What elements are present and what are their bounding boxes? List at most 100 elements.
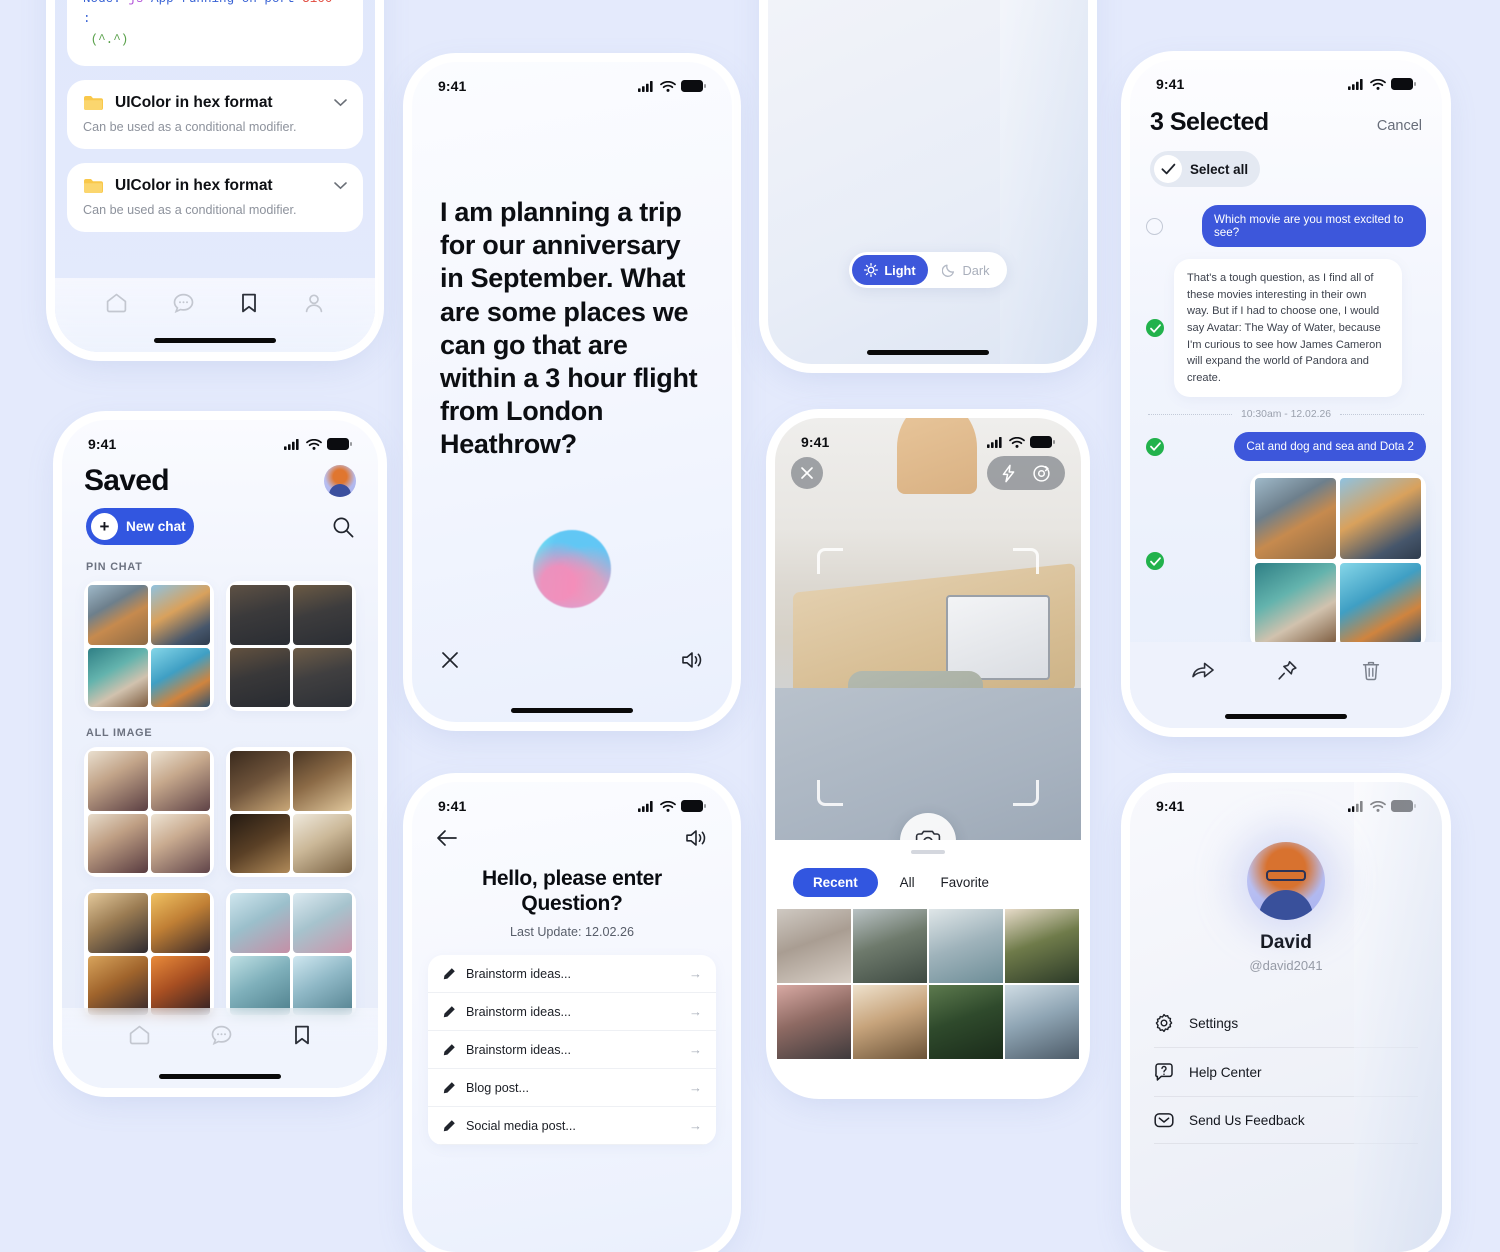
photo-thumbnail[interactable] (777, 985, 851, 1059)
person-icon[interactable] (303, 292, 325, 314)
generated-image[interactable] (150, 893, 210, 953)
message-row-images[interactable] (1146, 473, 1426, 650)
arrow-right-icon: → (689, 1118, 702, 1134)
generated-image[interactable] (88, 955, 148, 1015)
share-icon[interactable] (1191, 660, 1215, 680)
generated-image[interactable] (1255, 563, 1336, 645)
thumb-card[interactable] (84, 747, 214, 877)
generated-image[interactable] (230, 647, 290, 707)
photo-thumbnail[interactable] (853, 909, 927, 983)
generated-image[interactable] (88, 813, 148, 873)
photo-thumbnail[interactable] (929, 909, 1003, 983)
generated-image[interactable] (150, 585, 210, 645)
close-icon[interactable] (791, 457, 823, 489)
select-all-button[interactable]: Select all (1150, 151, 1260, 187)
home-icon[interactable] (105, 292, 128, 314)
list-item[interactable]: Blog post... → (428, 1069, 716, 1108)
generated-image[interactable] (230, 893, 290, 953)
battery-icon (681, 80, 706, 92)
generated-image[interactable] (88, 585, 148, 645)
pin-icon[interactable] (1277, 660, 1298, 681)
thumb-card[interactable] (226, 889, 356, 1019)
generated-image[interactable] (230, 751, 290, 811)
generated-image[interactable] (1255, 478, 1336, 560)
home-icon[interactable] (128, 1024, 151, 1046)
folder-card[interactable]: UIColor in hex format Can be used as a c… (67, 79, 363, 149)
generated-image[interactable] (150, 813, 210, 873)
list-item[interactable]: Brainstorm ideas... → (428, 1031, 716, 1070)
home-indicator (511, 708, 633, 713)
photo-thumbnail[interactable] (1005, 909, 1079, 983)
divider-line (1148, 414, 1232, 416)
generated-image[interactable] (292, 751, 352, 811)
new-chat-button[interactable]: + New chat (86, 508, 194, 545)
camera-flip-icon[interactable] (1032, 464, 1051, 483)
thumb-card[interactable] (226, 581, 356, 711)
home-indicator (867, 1076, 989, 1081)
checkbox-selected[interactable] (1146, 437, 1164, 456)
theme-toggle[interactable]: Light Dark (849, 252, 1007, 288)
sheet-grabber[interactable] (911, 850, 945, 854)
avatar[interactable] (1247, 842, 1325, 920)
checkbox-selected[interactable] (1146, 319, 1164, 338)
message-row-bot[interactable]: That's a tough question, as I find all o… (1146, 259, 1426, 398)
message-row-user-2[interactable]: Cat and dog and sea and Dota 2 (1146, 432, 1426, 462)
list-item[interactable]: Brainstorm ideas... → (428, 955, 716, 994)
image-group-card[interactable] (1250, 473, 1426, 650)
generated-image[interactable] (1340, 478, 1421, 560)
tab-all[interactable]: All (896, 868, 919, 897)
generated-image[interactable] (1340, 563, 1421, 645)
thumb-card[interactable] (84, 889, 214, 1019)
tab-recent[interactable]: Recent (793, 868, 878, 897)
generated-image[interactable] (88, 647, 148, 707)
chevron-down-icon[interactable] (334, 182, 347, 190)
generated-image[interactable] (230, 955, 290, 1015)
tab-favorite[interactable]: Favorite (937, 868, 993, 897)
speaker-icon[interactable] (681, 650, 704, 670)
checkbox-unselected[interactable] (1146, 217, 1163, 235)
list-item[interactable]: Social media post... → (428, 1107, 716, 1146)
chevron-down-icon[interactable] (334, 99, 347, 107)
flash-icon[interactable] (1001, 464, 1016, 483)
back-arrow-icon[interactable] (436, 829, 458, 847)
generated-image[interactable] (150, 955, 210, 1015)
avatar[interactable] (324, 465, 356, 497)
photo-thumbnail[interactable] (929, 985, 1003, 1059)
generated-image[interactable] (88, 893, 148, 953)
checkbox-selected[interactable] (1146, 552, 1164, 571)
photo-thumbnail[interactable] (777, 909, 851, 983)
thumb-card[interactable] (84, 581, 214, 711)
speaker-icon[interactable] (685, 828, 708, 848)
generated-image[interactable] (150, 647, 210, 707)
cellular-icon (987, 436, 1004, 448)
bookmark-icon[interactable] (239, 292, 259, 314)
voice-controls (412, 650, 732, 670)
folder-card[interactable]: UIColor in hex format Can be used as a c… (67, 162, 363, 232)
generated-image[interactable] (230, 813, 290, 873)
chat-icon[interactable] (210, 1024, 233, 1046)
bookmark-icon[interactable] (292, 1024, 312, 1046)
thumb-card[interactable] (226, 747, 356, 877)
generated-image[interactable] (292, 813, 352, 873)
wifi-icon (1370, 78, 1386, 90)
chat-icon[interactable] (172, 292, 195, 314)
message-row-user[interactable]: Which movie are you most excited to see? (1146, 205, 1426, 247)
trash-icon[interactable] (1361, 660, 1381, 681)
cancel-button[interactable]: Cancel (1377, 118, 1422, 134)
theme-option-dark[interactable]: Dark (928, 255, 1004, 285)
generated-image[interactable] (292, 585, 352, 645)
list-item[interactable]: Brainstorm ideas... → (428, 993, 716, 1032)
arrow-right-icon: → (689, 1004, 702, 1020)
theme-option-light[interactable]: Light (852, 255, 928, 285)
generated-image[interactable] (292, 955, 352, 1015)
generated-image[interactable] (292, 647, 352, 707)
generated-image[interactable] (88, 751, 148, 811)
generated-image[interactable] (230, 585, 290, 645)
page-title: Saved (84, 464, 170, 497)
close-icon[interactable] (440, 650, 460, 670)
search-icon[interactable] (332, 516, 354, 538)
generated-image[interactable] (292, 893, 352, 953)
photo-thumbnail[interactable] (853, 985, 927, 1059)
generated-image[interactable] (150, 751, 210, 811)
photo-thumbnail[interactable] (1005, 985, 1079, 1059)
